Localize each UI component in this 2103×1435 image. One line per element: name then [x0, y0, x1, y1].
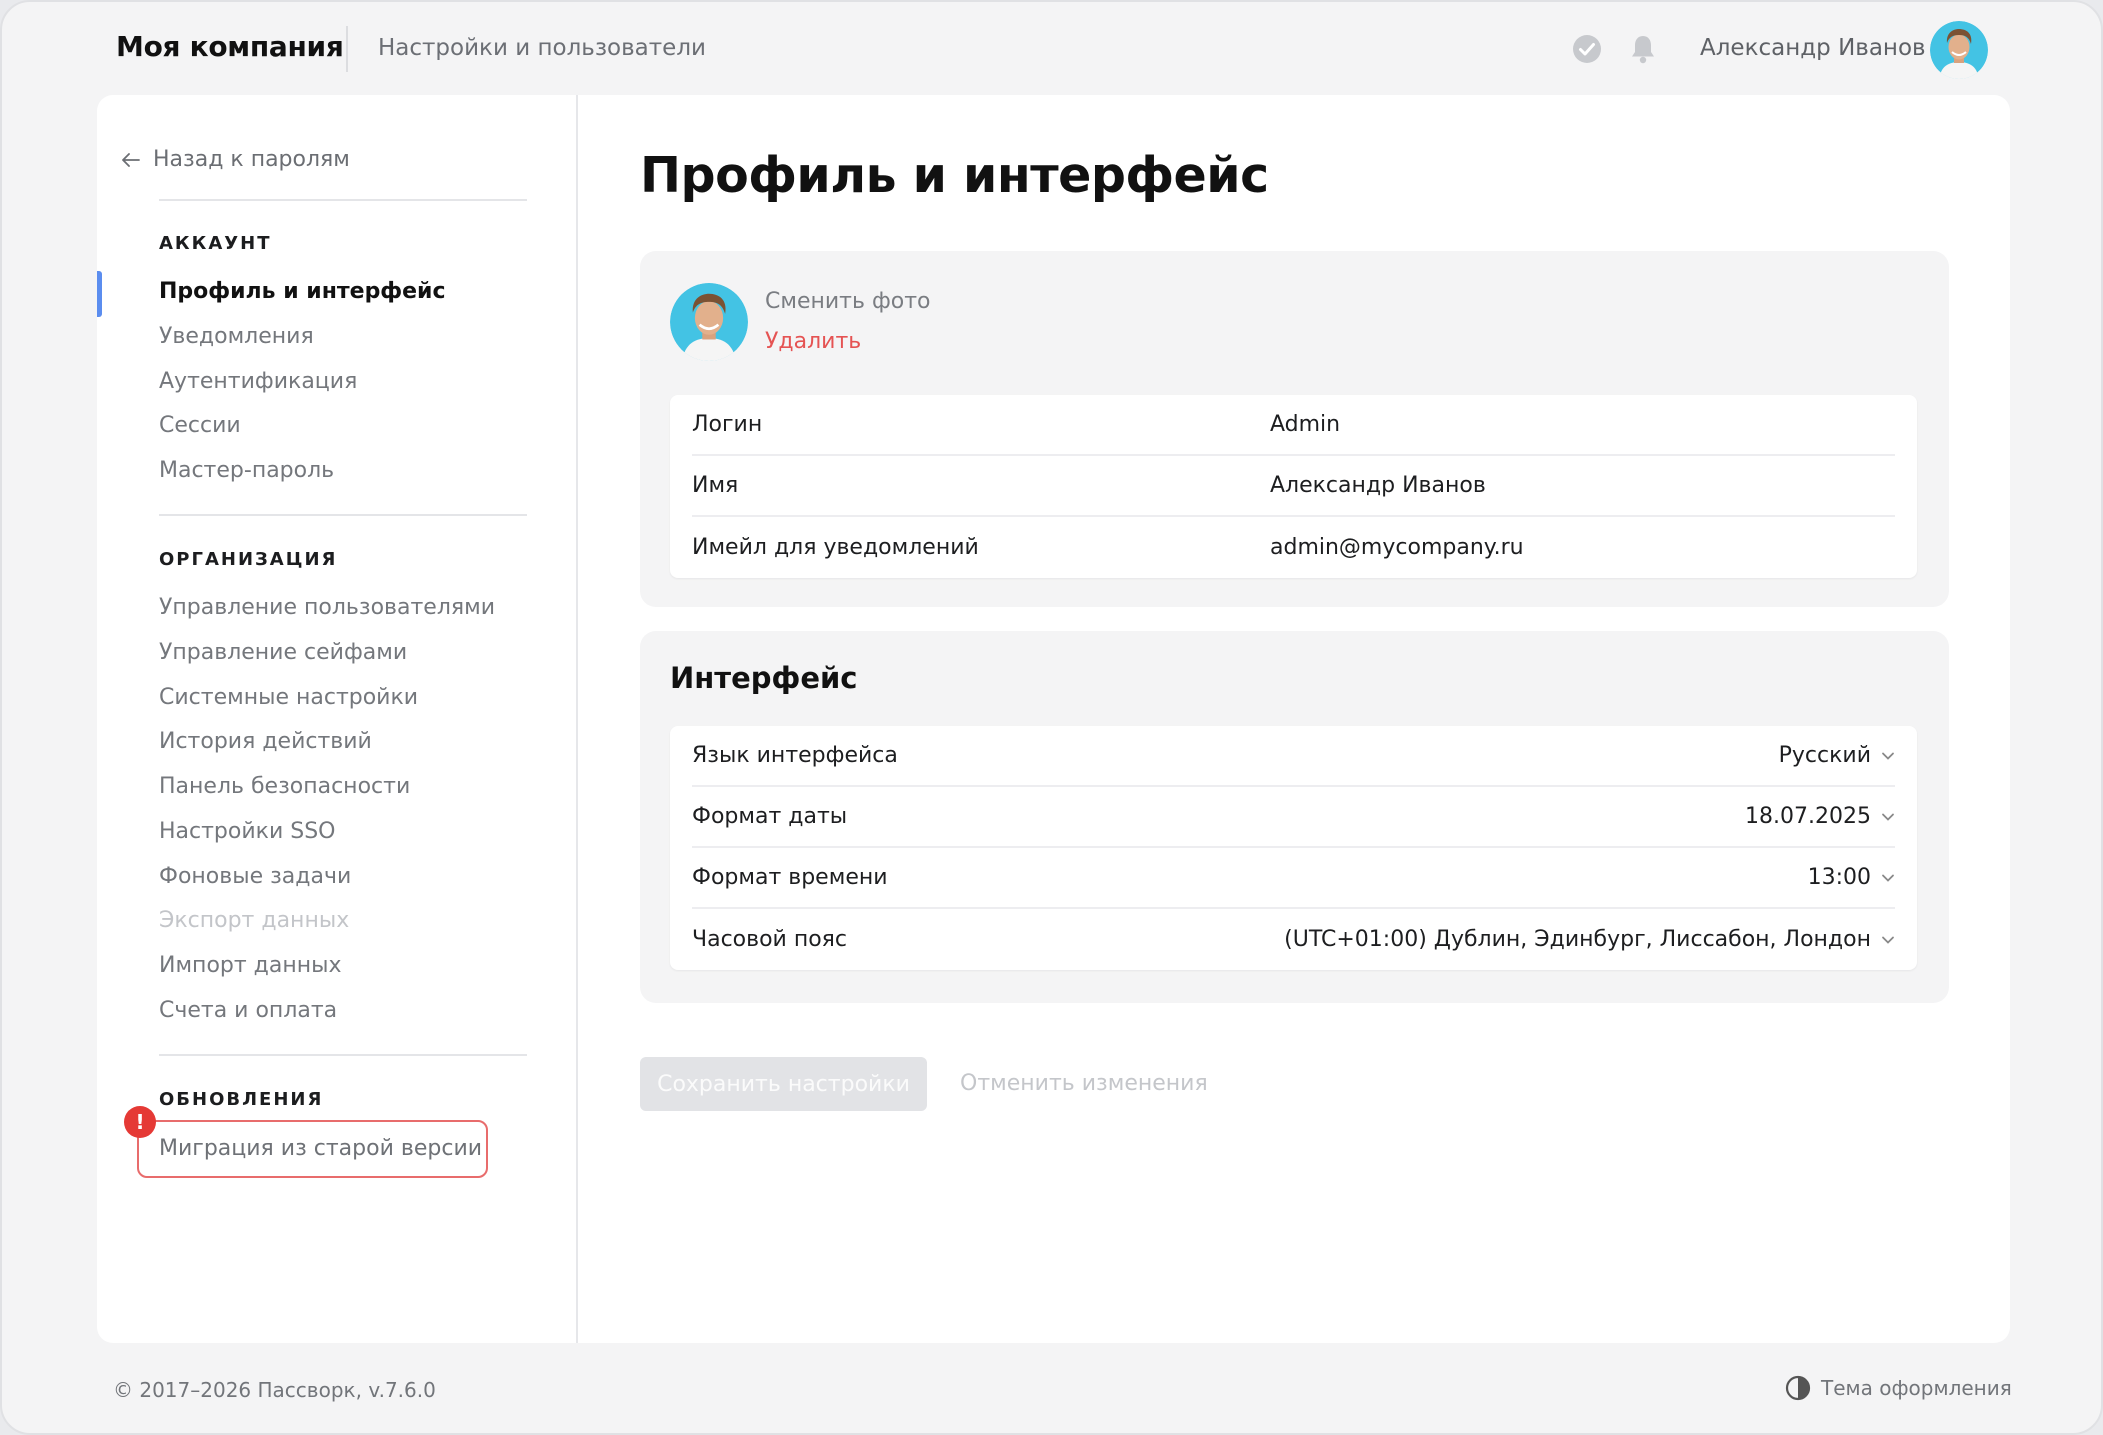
arrow-left-icon — [122, 152, 140, 167]
settings-content: Профиль и интерфейс Сменить фото Удалить — [578, 95, 2010, 1343]
profile-panel: Сменить фото Удалить Логин Admin Имя Але… — [640, 251, 1949, 607]
settings-sidebar: Назад к паролям АККАУНТ Профиль и интерф… — [97, 95, 578, 1343]
name-value[interactable]: Александр Иванов — [1270, 473, 1486, 498]
interface-heading: Интерфейс — [670, 661, 858, 695]
avatar[interactable] — [1930, 21, 1988, 79]
field-label: Имейл для уведомлений — [692, 535, 979, 560]
sidebar-divider — [159, 1054, 527, 1056]
setting-label: Формат даты — [692, 804, 848, 829]
date-format-value: 18.07.2025 — [1745, 804, 1871, 829]
language-select[interactable]: Русский — [1779, 743, 1895, 768]
sidebar-item-billing[interactable]: Счета и оплата — [159, 998, 337, 1023]
login-value: Admin — [1270, 412, 1341, 437]
sidebar-item-migration[interactable]: Миграция из старой версии ! — [124, 1106, 488, 1178]
main-card: Назад к паролям АККАУНТ Профиль и интерф… — [97, 95, 2010, 1343]
language-value: Русский — [1778, 743, 1871, 768]
cancel-changes-button[interactable]: Отменить изменения — [960, 1071, 1208, 1096]
theme-toggle[interactable]: Тема оформления — [1785, 1375, 2012, 1401]
setting-label: Язык интерфейса — [692, 743, 898, 768]
field-label: Логин — [692, 412, 763, 437]
timezone-select[interactable]: (UTC+01:00) Дублин, Эдинбург, Лиссабон, … — [1284, 927, 1895, 952]
page-title: Профиль и интерфейс — [640, 147, 1269, 204]
sidebar-item-profile[interactable]: Профиль и интерфейс — [159, 279, 446, 304]
chevron-down-icon — [1882, 936, 1894, 944]
theme-toggle-label: Тема оформления — [1821, 1376, 2012, 1400]
warning-badge-icon: ! — [124, 1106, 156, 1138]
change-photo-link[interactable]: Сменить фото — [765, 289, 931, 314]
email-value[interactable]: admin@mycompany.ru — [1270, 535, 1524, 560]
table-row: Имя Александр Иванов — [692, 456, 1895, 517]
bell-icon[interactable] — [1626, 32, 1660, 66]
time-format-value: 13:00 — [1807, 865, 1871, 890]
interface-panel: Интерфейс Язык интерфейса Русский Формат… — [640, 631, 1949, 1003]
sidebar-item-sso-settings[interactable]: Настройки SSO — [159, 819, 335, 844]
table-row: Имейл для уведомлений admin@mycompany.ru — [692, 517, 1895, 578]
table-row: Формат даты 18.07.2025 — [692, 787, 1895, 848]
back-link-label: Назад к паролям — [153, 147, 350, 172]
timezone-value: (UTC+01:00) Дублин, Эдинбург, Лиссабон, … — [1284, 927, 1871, 952]
check-circle-icon[interactable] — [1570, 32, 1604, 66]
delete-photo-link[interactable]: Удалить — [765, 329, 861, 354]
header-divider — [346, 26, 348, 72]
sidebar-item-authentication[interactable]: Аутентификация — [159, 369, 357, 394]
date-format-select[interactable]: 18.07.2025 — [1745, 804, 1895, 829]
time-format-select[interactable]: 13:00 — [1808, 865, 1895, 890]
chevron-down-icon — [1882, 752, 1894, 760]
sidebar-item-user-management[interactable]: Управление пользователями — [159, 595, 495, 620]
contrast-icon — [1785, 1375, 1811, 1401]
section-title-organization: ОРГАНИЗАЦИЯ — [159, 549, 338, 570]
table-row: Часовой пояс (UTC+01:00) Дублин, Эдинбур… — [692, 909, 1895, 970]
sidebar-divider — [159, 199, 527, 201]
sidebar-item-vault-management[interactable]: Управление сейфами — [159, 640, 407, 665]
chevron-down-icon — [1882, 874, 1894, 882]
sidebar-item-activity-history[interactable]: История действий — [159, 729, 372, 754]
chevron-down-icon — [1882, 813, 1894, 821]
header-subtitle: Настройки и пользователи — [378, 35, 706, 61]
section-title-account: АККАУНТ — [159, 233, 272, 254]
sidebar-divider — [159, 514, 527, 516]
top-header: Моя компания Настройки и пользователи Ал… — [2, 2, 2101, 96]
active-indicator — [97, 271, 102, 317]
table-row: Формат времени 13:00 — [692, 848, 1895, 909]
company-brand[interactable]: Моя компания — [116, 30, 344, 63]
back-to-passwords-link[interactable]: Назад к паролям — [121, 147, 350, 172]
save-settings-button[interactable]: Сохранить настройки — [640, 1057, 927, 1111]
sidebar-item-master-password[interactable]: Мастер-пароль — [159, 458, 334, 483]
setting-label: Часовой пояс — [692, 927, 848, 952]
sidebar-item-background-tasks[interactable]: Фоновые задачи — [159, 864, 351, 889]
table-row: Язык интерфейса Русский — [692, 726, 1895, 787]
table-row: Логин Admin — [692, 395, 1895, 456]
sidebar-item-system-settings[interactable]: Системные настройки — [159, 685, 418, 710]
migration-label: Миграция из старой версии — [159, 1136, 483, 1161]
header-user-name[interactable]: Александр Иванов — [1700, 35, 1926, 61]
section-title-updates: ОБНОВЛЕНИЯ — [159, 1089, 324, 1110]
setting-label: Формат времени — [692, 865, 888, 890]
profile-fields-table: Логин Admin Имя Александр Иванов Имейл д… — [670, 395, 1917, 578]
sidebar-item-notifications[interactable]: Уведомления — [159, 324, 314, 349]
field-label: Имя — [692, 473, 739, 498]
sidebar-item-security-dashboard[interactable]: Панель безопасности — [159, 774, 410, 799]
profile-photo — [670, 283, 748, 361]
sidebar-item-data-import[interactable]: Импорт данных — [159, 953, 342, 978]
sidebar-item-data-export: Экспорт данных — [159, 908, 350, 933]
interface-settings-table: Язык интерфейса Русский Формат даты 18.0… — [670, 726, 1917, 970]
sidebar-item-sessions[interactable]: Сессии — [159, 413, 241, 438]
footer-copyright: © 2017–2026 Пассворк, v.7.6.0 — [113, 1378, 436, 1402]
app-window: Моя компания Настройки и пользователи Ал… — [0, 0, 2103, 1435]
